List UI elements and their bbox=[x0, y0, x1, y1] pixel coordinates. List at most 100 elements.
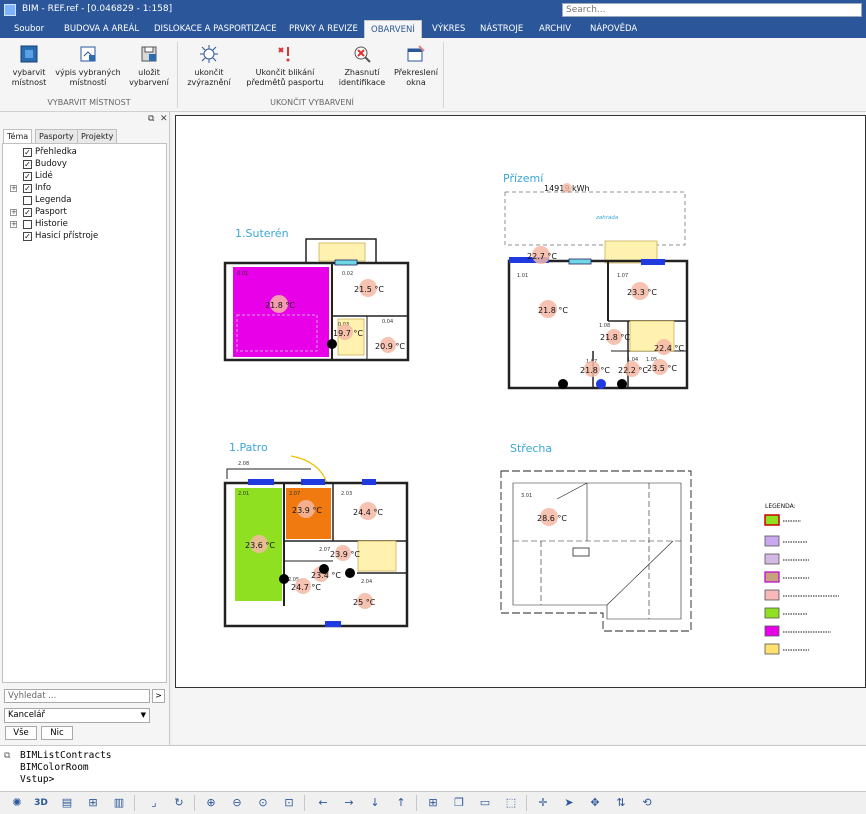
radar-icon[interactable]: ✺ bbox=[8, 795, 26, 811]
legend-swatch bbox=[764, 589, 780, 601]
bottom-toolbar: ✺ 3D ▤ ⊞ ▥ ⌟ ↻ ⊕ ⊖ ⊙ ⊡ ← → ↓ ↑ ⊞ ❐ ▭ ⬚ ✛… bbox=[0, 791, 866, 814]
room-number: 2.07 bbox=[289, 491, 300, 497]
checkbox[interactable]: ✓ bbox=[23, 148, 32, 157]
list-rooms-button[interactable]: výpis vybraných místností bbox=[53, 42, 123, 98]
menu-prvky[interactable]: PRVKY A REVIZE bbox=[283, 20, 364, 38]
hide-identification-icon bbox=[354, 46, 371, 63]
arrow-left-icon[interactable]: ← bbox=[314, 795, 332, 811]
zoom-out-icon[interactable]: ⊖ bbox=[228, 795, 246, 811]
redraw-window-label2: okna bbox=[406, 78, 426, 87]
corner-icon[interactable]: ⌟ bbox=[145, 795, 163, 811]
save-coloring-label1: uložit bbox=[138, 68, 160, 77]
menu-napoveda[interactable]: NÁPOVĚDA bbox=[584, 20, 643, 38]
pin-icon[interactable]: ⧉ bbox=[148, 114, 154, 124]
stop-blinking-button[interactable]: Ukončit blikání předmětů pasportu bbox=[240, 42, 330, 98]
list-rooms-icon bbox=[80, 46, 96, 62]
end-highlight-label2: zvýraznění bbox=[187, 78, 231, 87]
copy-icon[interactable]: ❐ bbox=[450, 795, 468, 811]
close-icon[interactable]: ✕ bbox=[160, 114, 168, 124]
extinguisher-icon bbox=[327, 339, 337, 349]
grid-icon[interactable]: ⊞ bbox=[424, 795, 442, 811]
drawing-canvas[interactable]: 1.Suterén 0.01 0.02 0.03 0.04 21.8 bbox=[175, 115, 866, 688]
stop-blinking-label1: Ukončit blikání bbox=[255, 68, 315, 77]
menu-archiv[interactable]: ARCHIV bbox=[533, 20, 577, 38]
color-room-button[interactable]: vybarvit místnost bbox=[6, 42, 52, 98]
redraw-window-button[interactable]: Překreslení okna bbox=[392, 42, 440, 98]
rect-icon[interactable]: ▭ bbox=[476, 795, 494, 811]
tab-projekty[interactable]: Projekty bbox=[77, 129, 118, 143]
select-none-button[interactable]: Nic bbox=[41, 726, 73, 740]
legend-swatch bbox=[764, 514, 780, 526]
stack-icon[interactable]: ▥ bbox=[110, 795, 128, 811]
room-number: 0.04 bbox=[382, 319, 393, 325]
zoom-window-icon[interactable]: ⊡ bbox=[280, 795, 298, 811]
menu-obarveni[interactable]: OBARVENÍ bbox=[364, 20, 422, 38]
command-line[interactable]: ⧉ BIMListContracts BIMColorRoom Vstup> bbox=[0, 745, 866, 791]
ribbon-separator bbox=[443, 42, 444, 108]
axis-icon[interactable]: ⇅ bbox=[612, 795, 630, 811]
app-icon bbox=[4, 4, 16, 16]
arrow-up-icon[interactable]: ↑ bbox=[392, 795, 410, 811]
floor-plans-drawing: 1.Suterén 0.01 0.02 0.03 0.04 21.8 bbox=[223, 172, 839, 655]
legend-title: LEGENDA: bbox=[765, 503, 796, 510]
menu-nastroje[interactable]: NÁSTROJE bbox=[474, 20, 529, 38]
tree-item-label: Historie bbox=[35, 219, 68, 229]
expand-icon[interactable]: + bbox=[10, 185, 17, 192]
3d-icon[interactable]: 3D bbox=[32, 795, 50, 811]
group-label-end: UKONČIT VYBARVENÍ bbox=[270, 98, 354, 107]
filter-input[interactable]: Vyhledat ... bbox=[4, 689, 150, 703]
menu-dislokace[interactable]: DISLOKACE A PASPORTIZACE bbox=[148, 20, 283, 38]
refresh-icon[interactable]: ↻ bbox=[170, 795, 188, 811]
checkbox[interactable] bbox=[23, 220, 32, 229]
tab-tema[interactable]: Téma bbox=[3, 129, 33, 143]
search-input[interactable] bbox=[562, 3, 862, 17]
hide-identification-button[interactable]: Zhasnutí identifikace bbox=[336, 42, 388, 98]
checkbox[interactable]: ✓ bbox=[23, 160, 32, 169]
ribbon: vybarvit místnost výpis vybraných místno… bbox=[0, 38, 866, 112]
color-room-label1: vybarvit bbox=[12, 68, 46, 77]
zoom-extents-icon[interactable]: ⊙ bbox=[254, 795, 272, 811]
checkbox[interactable]: ✓ bbox=[23, 208, 32, 217]
tree-icon[interactable]: ⊞ bbox=[84, 795, 102, 811]
move-icon[interactable]: ✥ bbox=[586, 795, 604, 811]
room-number: 1.01 bbox=[517, 273, 528, 279]
menu-vykres[interactable]: VÝKRES bbox=[426, 20, 471, 38]
zoom-in-icon[interactable]: ⊕ bbox=[202, 795, 220, 811]
cursor-icon[interactable]: ➤ bbox=[560, 795, 578, 811]
tree-item-label: Legenda bbox=[35, 195, 72, 205]
save-coloring-button[interactable]: uložit vybarvení bbox=[126, 42, 172, 98]
temperature-label: 21.8 °C bbox=[265, 301, 295, 310]
menu-soubor[interactable]: Soubor bbox=[8, 20, 50, 38]
filter-go-button[interactable]: > bbox=[152, 689, 165, 703]
end-highlight-button[interactable]: ukončit zvýraznění bbox=[184, 42, 234, 98]
extinguisher-icon bbox=[558, 379, 568, 389]
command-history-line: BIMColorRoom bbox=[20, 762, 89, 773]
expand-icon[interactable]: + bbox=[10, 209, 17, 216]
menu-budova[interactable]: BUDOVA A AREÁL bbox=[58, 20, 145, 38]
command-panel-icon: ⧉ bbox=[4, 751, 11, 761]
toolbar-separator bbox=[134, 795, 135, 811]
extinguisher-icon bbox=[617, 379, 627, 389]
tab-pasporty[interactable]: Pasporty bbox=[35, 129, 78, 143]
legend-swatch bbox=[764, 643, 780, 655]
arrow-down-icon[interactable]: ↓ bbox=[366, 795, 384, 811]
temperature-label: 28.6 °C bbox=[537, 514, 567, 523]
checkbox[interactable] bbox=[23, 196, 32, 205]
room-number: 1.07 bbox=[617, 273, 628, 279]
title-bar: BIM - REF.ref - [0.046829 - 1:158] bbox=[0, 0, 866, 20]
checkbox[interactable]: ✓ bbox=[23, 232, 32, 241]
expand-icon[interactable]: + bbox=[10, 221, 17, 228]
checkbox[interactable]: ✓ bbox=[23, 184, 32, 193]
arrow-right-icon[interactable]: → bbox=[340, 795, 358, 811]
category-value: Kancelář bbox=[8, 710, 45, 720]
layers-icon[interactable]: ▤ bbox=[58, 795, 76, 811]
select-all-button[interactable]: Vše bbox=[5, 726, 37, 740]
crosshair-icon[interactable]: ✛ bbox=[534, 795, 552, 811]
redraw-window-icon bbox=[407, 45, 425, 62]
rotate-icon[interactable]: ⟲ bbox=[638, 795, 656, 811]
category-select[interactable]: Kancelář ▼ bbox=[4, 708, 150, 723]
floor-label-suteren: 1.Suterén bbox=[235, 227, 289, 240]
select-icon[interactable]: ⬚ bbox=[502, 795, 520, 811]
checkbox[interactable]: ✓ bbox=[23, 172, 32, 181]
command-prompt[interactable]: Vstup> bbox=[20, 774, 54, 785]
